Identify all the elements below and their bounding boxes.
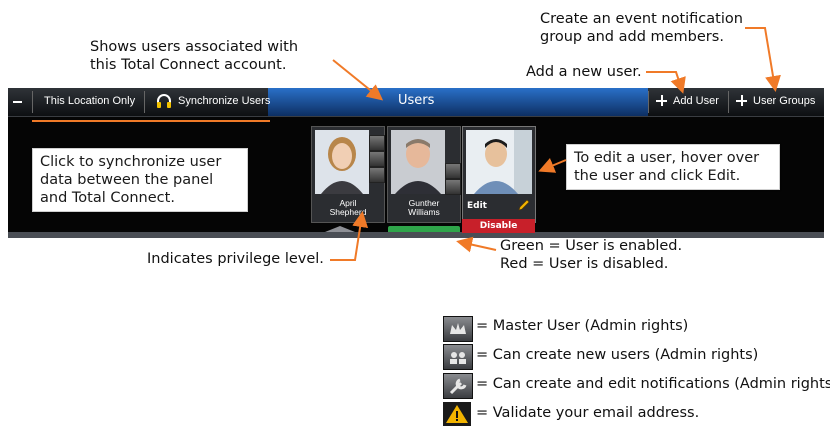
- annotation-arrows: [330, 27, 781, 261]
